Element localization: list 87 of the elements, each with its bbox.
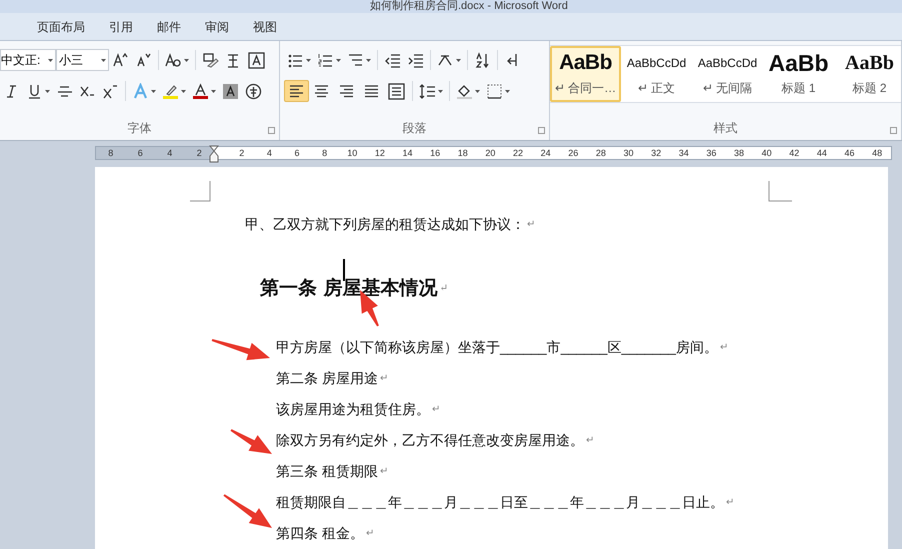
paragraph-mark: ↵ bbox=[366, 527, 374, 541]
style-gallery-item[interactable]: AaBb ↵ 合同一… bbox=[550, 46, 621, 102]
ruler-number: 30 bbox=[622, 148, 635, 158]
ruler-number: 34 bbox=[678, 148, 690, 158]
style-preview: AaBbCcDd bbox=[698, 55, 758, 72]
ruler-number: 24 bbox=[540, 148, 552, 158]
section-heading: 第一条 房屋基本情况 bbox=[260, 276, 438, 302]
group-label: 样式 bbox=[714, 120, 738, 138]
paragraph-mark: ↵ bbox=[432, 403, 440, 417]
style-gallery-item[interactable]: AaBbCcDd ↵ 正文 bbox=[621, 46, 692, 102]
paragraph-mark: ↵ bbox=[440, 282, 448, 296]
margin-corner-mark bbox=[190, 181, 211, 202]
group-label: 字体 bbox=[128, 120, 152, 138]
ruler-number: 40 bbox=[760, 148, 773, 158]
paragraph-text: 租赁期限自＿＿＿年＿＿＿月＿＿＿日至＿＿＿年＿＿＿月＿＿＿日止。 bbox=[276, 493, 724, 512]
font-name-value: 中文正: bbox=[1, 52, 40, 70]
dialog-launcher-icon[interactable] bbox=[538, 127, 545, 134]
text-cursor bbox=[343, 259, 345, 281]
style-name: 标题 2 bbox=[852, 80, 886, 98]
style-name: ↵ 无间隔 bbox=[702, 80, 752, 98]
dialog-launcher-icon[interactable] bbox=[268, 127, 275, 134]
ruler-number: 14 bbox=[402, 148, 414, 158]
ruler-number: 38 bbox=[733, 148, 746, 158]
annotation-arrow bbox=[230, 429, 272, 454]
align-left-icon[interactable] bbox=[284, 80, 309, 102]
style-preview: AaBb bbox=[845, 51, 894, 76]
menu-tab[interactable]: 页面布局 bbox=[25, 16, 97, 38]
ruler-number: 2 bbox=[196, 148, 202, 158]
style-preview: AaBb bbox=[768, 51, 829, 76]
paragraph-text: 甲、乙双方就下列房屋的租赁达成如下协议： bbox=[245, 215, 525, 234]
menu-tab[interactable]: 邮件 bbox=[145, 16, 193, 38]
ruler-number: 8 bbox=[108, 148, 114, 158]
dialog-launcher-icon[interactable] bbox=[890, 127, 897, 134]
style-gallery-item[interactable]: AaBb 标题 1 bbox=[763, 46, 834, 102]
ruler-number: 22 bbox=[512, 148, 524, 158]
paragraph-text: 该房屋用途为租赁住房。 bbox=[276, 400, 430, 419]
ruler-number: 36 bbox=[705, 148, 718, 158]
ruler-number: 16 bbox=[429, 148, 442, 158]
font-name-field[interactable]: 中文正: bbox=[0, 49, 56, 72]
dropdown-arrow-icon[interactable] bbox=[101, 58, 106, 62]
ruler-number: 12 bbox=[374, 148, 386, 158]
ruler-number: 4 bbox=[266, 148, 273, 158]
ruler-number: 28 bbox=[594, 148, 607, 158]
style-name: 标题 1 bbox=[781, 80, 816, 98]
paragraph-text: 第二条 房屋用途 bbox=[276, 369, 378, 388]
ruler-number: 8 bbox=[321, 148, 328, 158]
paragraph-text: 甲方房屋（以下简称该房屋）坐落于______市______区_______房间。 bbox=[276, 338, 718, 357]
font-size-field[interactable]: 小三 bbox=[56, 49, 109, 72]
ruler-number: 42 bbox=[788, 148, 800, 158]
ruler-number: 4 bbox=[167, 148, 172, 158]
style-preview: AaBb bbox=[559, 51, 612, 76]
style-name: ↵ 合同一… bbox=[554, 80, 616, 98]
ruler-number: 44 bbox=[816, 148, 828, 158]
paragraph-text: 第三条 租赁期限 bbox=[276, 462, 378, 481]
paragraph-mark: ↵ bbox=[726, 496, 734, 510]
font-size-value: 小三 bbox=[59, 52, 83, 70]
paragraph-mark: ↵ bbox=[380, 372, 388, 386]
ruler-number: 32 bbox=[650, 148, 662, 158]
style-gallery-item[interactable]: AaBbCcDd ↵ 无间隔 bbox=[692, 46, 763, 102]
paragraph-text: 第四条 租金。 bbox=[276, 524, 364, 543]
menu-tab[interactable]: 视图 bbox=[241, 16, 289, 38]
menu-tab[interactable]: 引用 bbox=[97, 16, 145, 38]
margin-corner-mark bbox=[768, 181, 792, 202]
style-gallery-item[interactable]: AaBb 标题 2 bbox=[834, 46, 901, 102]
paragraph-text: 除双方另有约定外，乙方不得任意改变房屋用途。 bbox=[276, 431, 584, 450]
style-name: ↵ 正文 bbox=[638, 80, 676, 98]
paragraph-mark: ↵ bbox=[586, 434, 594, 448]
window-title: 如何制作租房合同.docx - Microsoft Word bbox=[370, 0, 568, 12]
dropdown-arrow-icon[interactable] bbox=[48, 58, 53, 62]
ruler-number: 48 bbox=[871, 148, 884, 158]
paragraph-mark: ↵ bbox=[380, 465, 388, 479]
ruler-number: 2 bbox=[238, 148, 246, 158]
paragraph-mark: ↵ bbox=[720, 341, 728, 355]
annotation-arrow bbox=[223, 494, 272, 528]
ruler-number: 6 bbox=[294, 148, 301, 158]
ruler-number: 46 bbox=[844, 148, 856, 158]
group-label: 段落 bbox=[402, 120, 426, 138]
annotation-arrow bbox=[212, 339, 270, 360]
ruler-number: 26 bbox=[567, 148, 580, 158]
ruler-number: 6 bbox=[138, 148, 143, 158]
menu-tab[interactable]: 审阅 bbox=[193, 16, 241, 38]
ruler-number: 10 bbox=[346, 148, 358, 158]
ruler-number: 18 bbox=[456, 148, 469, 158]
paragraph-mark: ↵ bbox=[527, 218, 535, 232]
indent-marker-icon[interactable] bbox=[209, 145, 219, 164]
ruler-number: 20 bbox=[484, 148, 496, 158]
style-preview: AaBbCcDd bbox=[626, 55, 686, 72]
